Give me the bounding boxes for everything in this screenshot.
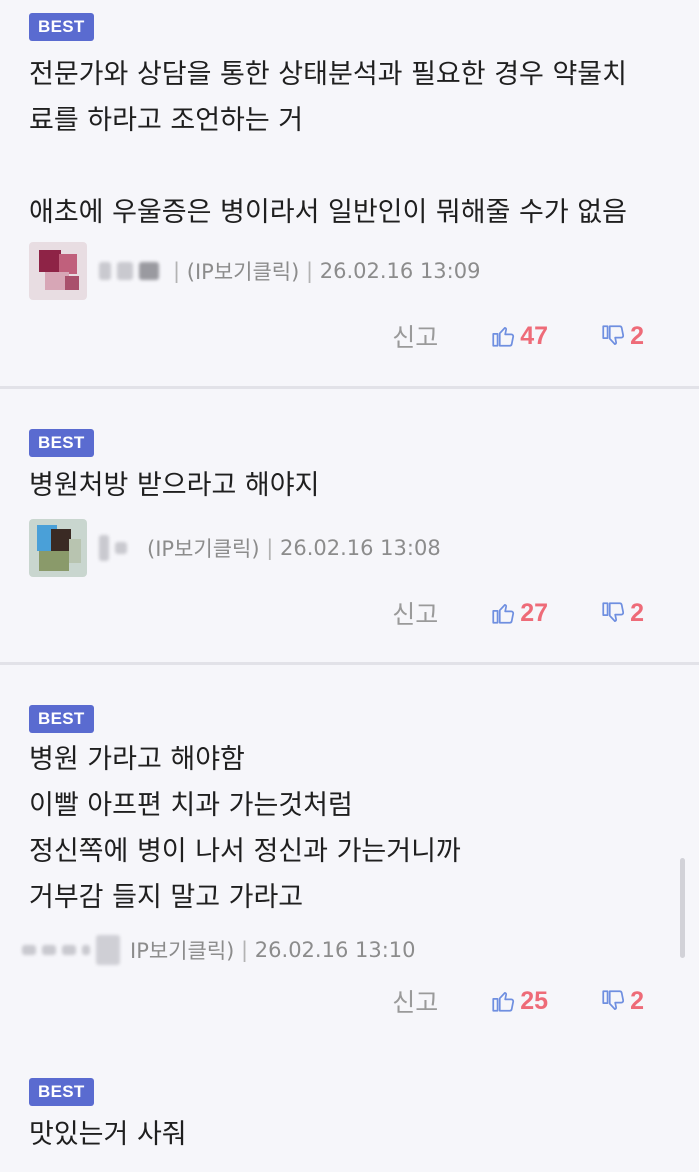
comment-date: 26.02.16 13:10 [254, 938, 416, 962]
ip-view-link[interactable]: (IP보기클릭) [147, 533, 260, 563]
scrollbar[interactable] [680, 858, 685, 958]
report-button[interactable]: 신고 [392, 983, 438, 1019]
best-badge: BEST [29, 429, 94, 457]
comment-text-line: 병원처방 받으라고 해야지 [29, 470, 320, 501]
dislike-count: 2 [630, 321, 644, 350]
like-button[interactable]: 47 [490, 322, 548, 351]
comment-text-line: 병원 가라고 해야함 [29, 744, 245, 775]
like-button[interactable]: 27 [490, 599, 548, 628]
thumbs-up-icon [492, 604, 515, 624]
comment-text: 병원 가라고 해야함 이빨 아프편 치과 가는것처럼 정신쪽에 병이 나서 정신… [29, 737, 669, 921]
dislike-button[interactable]: 2 [600, 322, 644, 351]
dislike-button[interactable]: 2 [600, 987, 644, 1016]
thumbs-down-icon [602, 990, 625, 1010]
nickname-blurred[interactable] [22, 935, 126, 965]
comment-text-line: 정신쪽에 병이 나서 정신과 가는거니까 [29, 836, 461, 867]
comment-meta: (IP보기클릭) | 26.02.16 13:08 [29, 518, 679, 578]
avatar[interactable] [29, 519, 87, 577]
comment-meta: | (IP보기클릭) | 26.02.16 13:09 [29, 241, 679, 301]
dislike-count: 2 [630, 598, 644, 627]
thumbs-up-icon [492, 992, 515, 1012]
comment-text: 전문가와 상담을 통한 상태분석과 필요한 경우 약물치 료를 하라고 조언하는… [29, 52, 669, 236]
best-badge: BEST [29, 1078, 94, 1106]
comment-1: BEST 전문가와 상담을 통한 상태분석과 필요한 경우 약물치 료를 하라고… [0, 0, 699, 388]
ip-view-link[interactable]: IP보기클릭) [130, 935, 234, 965]
ip-view-link[interactable]: (IP보기클릭) [187, 256, 300, 286]
comment-text-line: 맛있는거 사줘 [29, 1119, 187, 1150]
comment-text: 맛있는거 사줘 [29, 1112, 669, 1158]
nickname-blurred[interactable] [99, 535, 133, 561]
comment-text-line: 료를 하라고 조언하는 거 [29, 105, 304, 136]
comment-3: BEST 병원 가라고 해야함 이빨 아프편 치과 가는것처럼 정신쪽에 병이 … [0, 664, 699, 1064]
comment-text-line: 이빨 아프편 치과 가는것처럼 [29, 790, 353, 821]
avatar[interactable] [29, 242, 87, 300]
meta-separator: | [241, 938, 249, 962]
comment-date: 26.02.16 13:08 [279, 536, 441, 560]
comment-date: 26.02.16 13:09 [319, 259, 481, 283]
comment-actions: 신고 47 2 [392, 316, 644, 356]
like-count: 47 [520, 321, 549, 350]
report-button[interactable]: 신고 [392, 318, 438, 354]
thumbs-down-icon [602, 602, 625, 622]
like-count: 27 [520, 598, 549, 627]
meta-separator: | [266, 536, 274, 560]
comment-text-line: 전문가와 상담을 통한 상태분석과 필요한 경우 약물치 [29, 59, 627, 90]
comment-actions: 신고 25 2 [392, 981, 644, 1021]
best-badge: BEST [29, 705, 94, 733]
meta-separator: | [305, 259, 314, 283]
comment-text: 병원처방 받으라고 해야지 [29, 463, 669, 509]
comment-text-line: 거부감 들지 말고 가라고 [29, 882, 304, 913]
best-badge: BEST [29, 13, 94, 41]
comment-actions: 신고 27 2 [392, 593, 644, 633]
comment-meta: IP보기클릭) | 26.02.16 13:10 [22, 920, 679, 980]
comment-2: BEST 병원처방 받으라고 해야지 (IP보기클릭) | 26.02.16 1… [0, 388, 699, 664]
nickname-blurred[interactable] [99, 262, 165, 280]
thumbs-down-icon [602, 325, 625, 345]
like-button[interactable]: 25 [490, 987, 548, 1016]
dislike-button[interactable]: 2 [600, 599, 644, 628]
meta-separator: | [173, 259, 181, 283]
like-count: 25 [520, 986, 549, 1015]
comment-text-line [29, 144, 669, 190]
dislike-count: 2 [630, 986, 644, 1015]
report-button[interactable]: 신고 [392, 595, 438, 631]
thumbs-up-icon [492, 327, 515, 347]
comment-4: BEST 맛있는거 사줘 [0, 1064, 699, 1172]
comment-text-line: 애초에 우울증은 병이라서 일반인이 뭐해줄 수가 없음 [29, 197, 627, 228]
